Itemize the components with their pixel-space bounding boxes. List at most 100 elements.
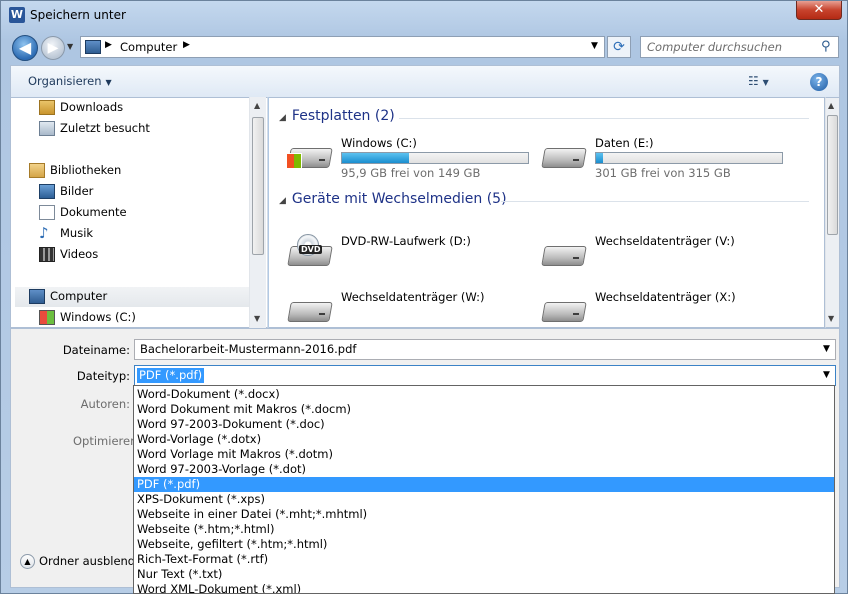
- drive-windows-c[interactable]: Windows (C:) 95,9 GB frei von 149 GB: [287, 134, 537, 180]
- search-input[interactable]: Computer durchsuchen ⚲: [640, 36, 839, 58]
- drive-usage-bar: [595, 152, 783, 164]
- filetype-option[interactable]: Word 97-2003-Vorlage (*.dot): [134, 462, 834, 477]
- window-title: Speichern unter: [30, 8, 126, 22]
- filetype-option[interactable]: Webseite in einer Datei (*.mht;*.mhtml): [134, 507, 834, 522]
- filename-label: Dateiname:: [62, 343, 130, 357]
- music-icon: ♪: [39, 224, 49, 242]
- filetype-option[interactable]: Word XML-Dokument (*.xml): [134, 582, 834, 593]
- filetype-option[interactable]: Nur Text (*.txt): [134, 567, 834, 582]
- nav-item-computer[interactable]: Computer: [15, 287, 249, 307]
- group-header-hard-disks[interactable]: ◢ Festplatten (2): [279, 108, 395, 124]
- drive-usage-fill: [596, 153, 604, 163]
- downloads-folder-icon: [39, 100, 55, 115]
- group-title: Festplatten (2): [291, 108, 395, 124]
- search-placeholder: Computer durchsuchen: [647, 40, 783, 54]
- collapse-icon[interactable]: ◢: [279, 113, 286, 123]
- navigation-scrollbar[interactable]: ▲ ▼: [249, 97, 266, 328]
- back-button[interactable]: ◀: [12, 35, 38, 61]
- change-view-button[interactable]: ☷ ▼: [748, 74, 782, 90]
- filetype-option[interactable]: PDF (*.pdf): [134, 477, 834, 492]
- drive-name: Daten (E:): [595, 136, 654, 150]
- drive-usage-bar: [341, 152, 529, 164]
- scroll-up-icon[interactable]: ▲: [828, 101, 834, 110]
- filename-field[interactable]: Bachelorarbeit-Mustermann-2016.pdf ▼: [134, 339, 836, 360]
- filetype-select[interactable]: PDF (*.pdf) ▼: [134, 365, 836, 386]
- removable-drive-icon: [541, 294, 587, 324]
- computer-icon: [85, 40, 101, 54]
- divider: [399, 118, 809, 119]
- breadcrumb-separator-icon[interactable]: ▶: [183, 40, 190, 50]
- nav-item-label: Dokumente: [60, 205, 127, 219]
- hard-drive-icon: [541, 140, 587, 170]
- drive-name: DVD-RW-Laufwerk (D:): [341, 234, 471, 248]
- optimize-label: Optimieren: [73, 434, 138, 448]
- scroll-down-icon[interactable]: ▼: [828, 314, 834, 323]
- computer-icon: [29, 289, 45, 304]
- breadcrumb-separator-icon[interactable]: ▶: [105, 40, 112, 50]
- removable-drive-icon: [541, 238, 587, 268]
- group-header-removable[interactable]: ◢ Geräte mit Wechselmedien (5): [279, 191, 507, 207]
- filetype-option[interactable]: Webseite (*.htm;*.html): [134, 522, 834, 537]
- filetype-option[interactable]: Word 97-2003-Dokument (*.doc): [134, 417, 834, 432]
- recent-places-icon: [39, 121, 55, 136]
- forward-button[interactable]: ▶: [41, 36, 65, 60]
- nav-item-label: Bilder: [60, 184, 94, 198]
- scroll-up-icon[interactable]: ▲: [254, 101, 260, 110]
- address-bar[interactable]: ▶ Computer ▶ ▼: [80, 36, 605, 58]
- group-title: Geräte mit Wechselmedien (5): [291, 191, 507, 207]
- scrollbar-thumb[interactable]: [252, 117, 264, 255]
- drive-name: Wechseldatenträger (V:): [595, 234, 735, 248]
- filetype-dropdown-list[interactable]: Word-Dokument (*.docx) Word Dokument mit …: [133, 385, 835, 594]
- hard-drive-icon: [287, 140, 333, 170]
- help-button[interactable]: ?: [810, 73, 828, 91]
- drive-name: Wechseldatenträger (W:): [341, 290, 485, 304]
- close-button[interactable]: ✕: [796, 1, 842, 20]
- breadcrumb-computer[interactable]: Computer: [120, 40, 177, 54]
- drive-name: Windows (C:): [341, 136, 417, 150]
- recent-pages-dropdown[interactable]: ▼: [67, 42, 77, 52]
- filetype-option[interactable]: Rich-Text-Format (*.rtf): [134, 552, 834, 567]
- scroll-down-icon[interactable]: ▼: [254, 314, 260, 323]
- nav-item-label: Downloads: [60, 100, 124, 114]
- drive-daten-e[interactable]: Daten (E:) 301 GB frei von 315 GB: [541, 134, 791, 180]
- file-list-pane: ◢ Festplatten (2) Windows (C:) 95,9 GB fr…: [269, 97, 825, 328]
- authors-label: Autoren:: [80, 397, 130, 411]
- drive-dvd-d[interactable]: DVD DVD-RW-Laufwerk (D:): [287, 232, 537, 276]
- hide-folders-button[interactable]: ▲ Ordner ausblende: [20, 554, 142, 569]
- nav-item-label: Videos: [60, 247, 99, 261]
- word-app-icon: W: [9, 7, 25, 23]
- divider: [501, 201, 809, 202]
- drive-removable-v[interactable]: Wechseldatenträger (V:): [541, 232, 791, 276]
- filetype-option[interactable]: Word Vorlage mit Makros (*.dotm): [134, 447, 834, 462]
- dvd-drive-icon: DVD: [287, 234, 333, 268]
- search-icon[interactable]: ⚲: [821, 39, 831, 54]
- filetype-option[interactable]: Word Dokument mit Makros (*.docm): [134, 402, 834, 417]
- nav-item-label: Musik: [60, 226, 94, 240]
- nav-item-label: Computer: [50, 289, 108, 303]
- filetype-option[interactable]: Word-Vorlage (*.dotx): [134, 432, 834, 447]
- hide-folders-label: Ordner ausblende: [39, 554, 143, 568]
- pictures-icon: [39, 184, 55, 199]
- scrollbar-thumb[interactable]: [827, 115, 838, 235]
- navigation-pane: Downloads Zuletzt besucht Bibliotheken B…: [10, 97, 268, 328]
- refresh-button[interactable]: ⟳: [607, 36, 631, 58]
- drive-removable-x[interactable]: Wechseldatenträger (X:): [541, 288, 791, 327]
- chevron-down-icon[interactable]: ▼: [823, 344, 830, 354]
- organize-label: Organisieren: [28, 74, 102, 88]
- address-dropdown-icon[interactable]: ▼: [591, 41, 598, 51]
- drive-name: Wechseldatenträger (X:): [595, 290, 736, 304]
- organize-button[interactable]: Organisieren ▼: [28, 74, 112, 88]
- filetype-option[interactable]: XPS-Dokument (*.xps): [134, 492, 834, 507]
- command-bar: Organisieren ▼ ☷ ▼ ?: [10, 65, 840, 97]
- filetype-option[interactable]: Word-Dokument (*.docx): [134, 387, 834, 402]
- chevron-down-icon[interactable]: ▼: [823, 370, 830, 380]
- drive-free-space: 95,9 GB frei von 149 GB: [341, 166, 481, 180]
- filetype-option[interactable]: Webseite, gefiltert (*.htm;*.html): [134, 537, 834, 552]
- filename-value[interactable]: Bachelorarbeit-Mustermann-2016.pdf: [140, 342, 356, 356]
- drive-removable-w[interactable]: Wechseldatenträger (W:): [287, 288, 537, 327]
- content-scrollbar[interactable]: ▲ ▼: [825, 97, 840, 328]
- videos-icon: [39, 247, 55, 262]
- collapse-icon[interactable]: ◢: [279, 196, 286, 206]
- chevron-up-icon: ▲: [20, 554, 35, 569]
- documents-icon: [39, 205, 55, 220]
